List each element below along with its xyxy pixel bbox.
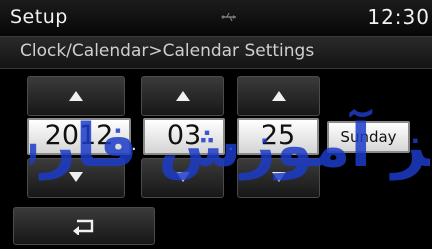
month-down-button[interactable] (141, 158, 224, 198)
arrow-down-icon (69, 172, 83, 182)
arrow-up-icon (69, 91, 83, 101)
breadcrumb-bar: Clock/Calendar>Calendar Settings (0, 36, 432, 69)
year-field[interactable]: 2012 (27, 118, 131, 155)
year-down-button[interactable] (27, 158, 125, 198)
day-field[interactable]: 25 (237, 118, 319, 155)
arrow-up-icon (271, 91, 286, 101)
back-icon (73, 219, 94, 235)
day-up-button[interactable] (237, 76, 320, 116)
clock: 12:30 (367, 5, 430, 29)
arrow-down-icon (175, 172, 190, 182)
day-down-button[interactable] (237, 158, 320, 198)
date-separator: . (228, 134, 234, 155)
year-up-button[interactable] (27, 76, 125, 116)
month-field[interactable]: 03 (143, 118, 225, 155)
page-title: Setup (10, 6, 68, 28)
status-bar: Setup 12:30 (0, 0, 432, 36)
month-up-button[interactable] (141, 76, 224, 116)
breadcrumb: Clock/Calendar>Calendar Settings (20, 41, 315, 61)
date-separator: . (131, 134, 137, 155)
weekday-display: Sunday (327, 121, 410, 153)
back-button[interactable] (13, 207, 155, 245)
arrow-up-icon (175, 91, 190, 101)
usb-icon (221, 12, 236, 22)
arrow-down-icon (271, 172, 286, 182)
